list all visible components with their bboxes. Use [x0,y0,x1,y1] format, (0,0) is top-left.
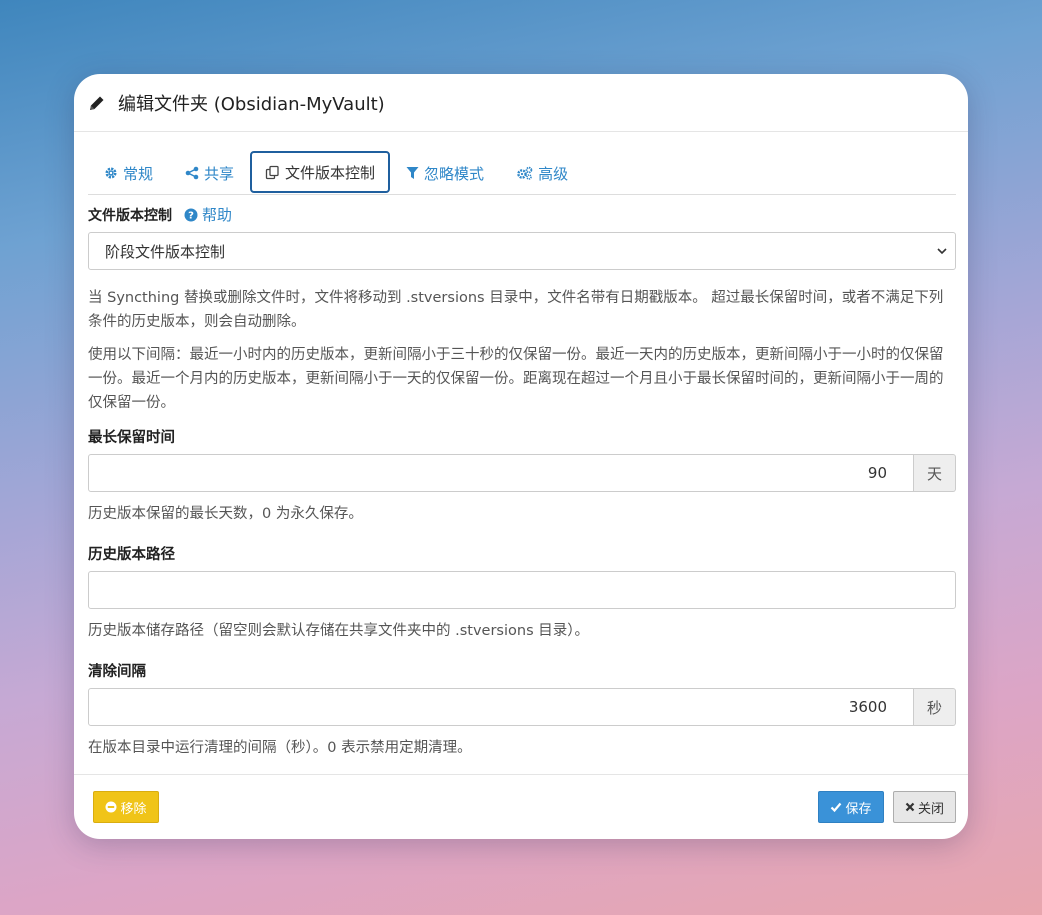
close-button[interactable]: 关闭 [893,791,956,823]
dialog-header: 编辑文件夹 (Obsidian-MyVault) [74,74,968,132]
max-age-input[interactable]: 90 [88,454,914,492]
tab-bar: 常规 共享 文件版本控制 忽略模式 高级 [88,150,956,195]
cleanup-interval-input[interactable]: 3600 [88,688,914,726]
tab-general[interactable]: 常规 [88,152,169,194]
minus-circle-icon [105,801,117,813]
edit-folder-dialog: 编辑文件夹 (Obsidian-MyVault) 常规 共享 文件版本控制 忽略… [74,74,968,839]
gears-icon [517,166,533,180]
versioning-label: 文件版本控制 [88,207,172,224]
help-link[interactable]: ? 帮助 [184,204,232,225]
copy-icon [265,165,279,179]
tab-sharing[interactable]: 共享 [169,152,250,194]
cleanup-interval-unit: 秒 [914,688,956,726]
versioning-label-row: 文件版本控制 ? 帮助 [88,204,956,225]
tab-advanced[interactable]: 高级 [500,152,584,194]
question-circle-icon: ? [184,208,198,221]
tab-file-versioning[interactable]: 文件版本控制 [250,151,391,193]
cleanup-interval-help: 在版本目录中运行清理的间隔（秒）。0 表示禁用定期清理。 [88,740,472,756]
remove-button[interactable]: 移除 [93,791,159,823]
cleanup-interval-label: 清除间隔 [88,664,146,680]
close-icon [905,802,915,812]
versioning-description: 当 Syncthing 替换或删除文件时，文件将移动到 .stversions … [88,290,944,330]
max-age-label: 最长保留时间 [88,430,175,446]
select-value: 阶段文件版本控制 [105,242,226,261]
tab-label: 忽略模式 [424,164,485,183]
versions-path-label: 历史版本路径 [88,547,175,563]
versioning-intervals: 使用以下间隔：最近一小时内的历史版本，更新间隔小于三十秒的仅保留一份。最近一天内… [88,347,944,411]
tab-label: 文件版本控制 [285,163,376,182]
versioning-type-select[interactable]: 阶段文件版本控制 [88,232,956,270]
check-icon [831,802,842,813]
chevron-down-icon [937,247,947,254]
save-button[interactable]: 保存 [818,791,884,823]
versions-path-help: 历史版本储存路径（留空则会默认存储在共享文件夹中的 .stversions 目录… [88,623,589,639]
cleanup-interval-group: 3600 秒 [88,688,956,726]
gear-icon [105,167,117,179]
share-icon [185,166,199,180]
versions-path-input[interactable] [88,571,956,609]
pencil-icon [88,94,106,112]
versioning-panel: 文件版本控制 ? 帮助 阶段文件版本控制 当 Syncthing 替换或删除文件… [88,204,956,757]
tab-label: 常规 [123,164,154,183]
dialog-footer: 移除 保存 关闭 [74,774,968,839]
max-age-help: 历史版本保留的最长天数，0 为永久保存。 [88,506,363,522]
max-age-unit: 天 [914,454,956,492]
dialog-title: 编辑文件夹 (Obsidian-MyVault) [118,93,385,115]
max-age-group: 90 天 [88,454,956,492]
tab-label: 共享 [204,164,235,183]
tab-ignore-patterns[interactable]: 忽略模式 [390,152,500,194]
svg-text:?: ? [188,210,194,221]
tab-label: 高级 [538,164,569,183]
filter-icon [406,167,419,179]
